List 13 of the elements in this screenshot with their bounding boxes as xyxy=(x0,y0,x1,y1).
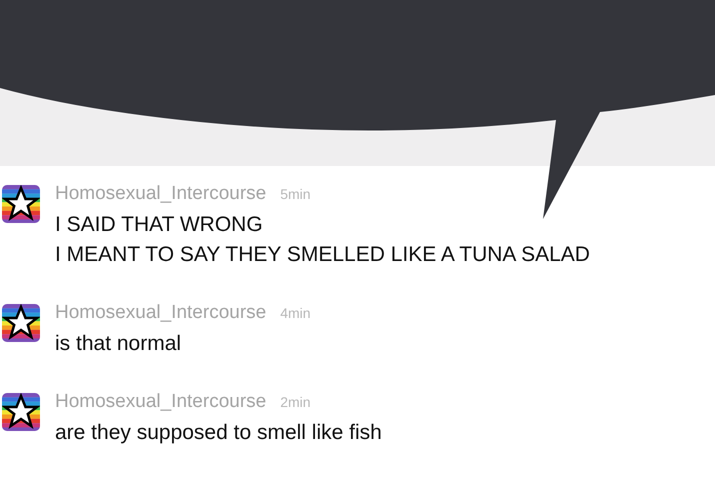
timestamp: 2min xyxy=(280,394,311,410)
username: Homosexual_Intercourse xyxy=(55,391,266,413)
username: Homosexual_Intercourse xyxy=(55,183,266,205)
timestamp: 4min xyxy=(280,305,311,321)
rainbow-star-avatar xyxy=(2,304,40,342)
timestamp: 5min xyxy=(280,186,311,202)
message-text: I MEANT TO SAY THEY SMELLED LIKE A TUNA SALAD xyxy=(55,242,590,268)
message-text: I SAID THAT WRONG xyxy=(55,212,264,238)
rainbow-star-avatar xyxy=(2,393,40,431)
rainbow-star-avatar xyxy=(2,185,40,223)
username: Homosexual_Intercourse xyxy=(55,302,266,324)
message-text: is that normal xyxy=(55,331,182,357)
message-text: are they supposed to smell like fish xyxy=(55,420,382,446)
